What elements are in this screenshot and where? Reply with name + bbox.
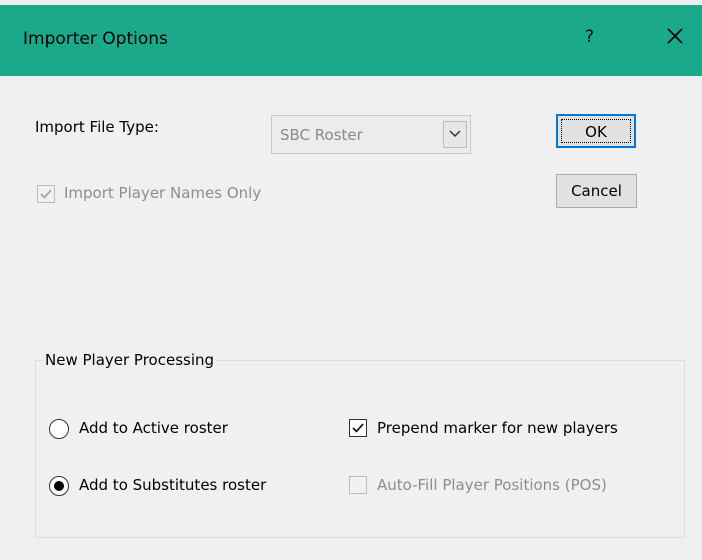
prepend-marker-checkbox[interactable] <box>349 419 367 437</box>
radio-add-substitutes[interactable] <box>49 476 69 496</box>
check-icon <box>40 189 52 199</box>
check-icon <box>352 423 364 433</box>
import-names-only-checkbox[interactable] <box>37 185 55 203</box>
file-type-dropdown[interactable]: SBC Roster <box>271 115 471 154</box>
autofill-positions-label: Auto-Fill Player Positions (POS) <box>377 476 607 494</box>
close-icon <box>667 28 683 44</box>
ok-button[interactable]: OK <box>556 114 636 148</box>
title-bar: Importer Options ? <box>0 0 702 76</box>
import-names-only-label: Import Player Names Only <box>64 184 262 202</box>
radio-add-substitutes-label: Add to Substitutes roster <box>79 476 267 494</box>
autofill-positions-checkbox[interactable] <box>349 476 367 494</box>
help-button[interactable]: ? <box>585 27 594 47</box>
radio-add-active-label: Add to Active roster <box>79 419 228 437</box>
radio-selected-dot <box>54 481 64 491</box>
new-player-processing-group <box>35 360 685 538</box>
cancel-button[interactable]: Cancel <box>556 174 637 208</box>
file-type-value: SBC Roster <box>280 126 363 144</box>
chevron-down-icon <box>449 130 461 138</box>
group-title: New Player Processing <box>43 351 217 369</box>
file-type-label: Import File Type: <box>35 118 159 136</box>
radio-add-active[interactable] <box>49 419 69 439</box>
close-button[interactable] <box>664 25 686 47</box>
prepend-marker-label: Prepend marker for new players <box>377 419 618 437</box>
window-title: Importer Options <box>23 29 168 49</box>
dropdown-button[interactable] <box>443 121 467 148</box>
ok-label: OK <box>561 119 631 143</box>
